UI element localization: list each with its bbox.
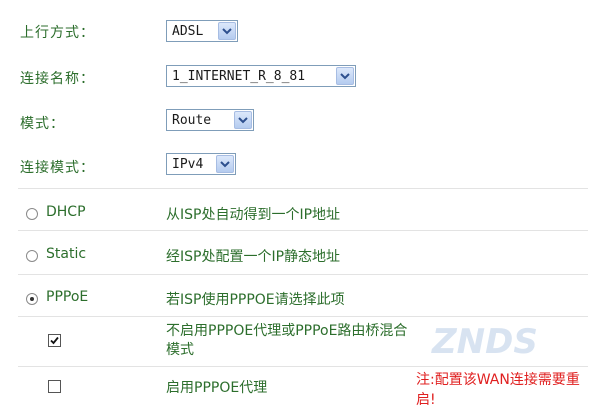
conn-mode-label: 连接模式： (20, 160, 95, 176)
divider (18, 230, 588, 231)
uplink-select[interactable]: ADSL (166, 20, 238, 42)
checkbox-icon[interactable] (48, 334, 61, 347)
radio-pppoe-icon[interactable] (26, 293, 38, 305)
chevron-down-icon[interactable] (216, 155, 234, 173)
uplink-select-value: ADSL (172, 23, 204, 39)
radio-static-icon[interactable] (26, 250, 38, 262)
watermark-logo: ZNDS (432, 322, 538, 362)
option-static-label: Static (46, 246, 87, 262)
checkbox-bridge-desc: 不启用PPPOE代理或PPPoE路由桥混合模式 (166, 323, 408, 358)
option-pppoe-desc: 若ISP使用PPPOE请选择此项 (166, 292, 345, 308)
divider (18, 366, 588, 367)
conn-name-select-value: 1_INTERNET_R_8_81 (172, 68, 306, 84)
option-static-desc: 经ISP处配置一个IP静态地址 (166, 249, 341, 265)
uplink-label: 上行方式： (20, 25, 95, 41)
conn-name-label: 连接名称： (20, 71, 95, 87)
option-pppoe-label: PPPoE (46, 289, 89, 305)
option-dhcp-desc: 从ISP处自动得到一个IP地址 (166, 207, 341, 223)
chevron-down-icon[interactable] (234, 111, 252, 129)
checkbox-icon[interactable] (48, 380, 61, 393)
divider (18, 188, 588, 189)
mode-label: 模式： (20, 116, 65, 132)
mode-select[interactable]: Route (166, 109, 254, 131)
radio-dhcp-icon[interactable] (26, 208, 38, 220)
divider (18, 274, 588, 275)
conn-mode-select[interactable]: IPv4 (166, 153, 236, 175)
checkmark-icon (50, 336, 59, 345)
divider (18, 316, 588, 317)
checkbox-proxy-desc: 启用PPPOE代理 (166, 380, 268, 396)
conn-mode-select-value: IPv4 (172, 156, 204, 172)
conn-name-select[interactable]: 1_INTERNET_R_8_81 (166, 65, 356, 87)
restart-note: 注:配置该WAN连接需要重启! (416, 372, 580, 408)
option-dhcp-label: DHCP (46, 204, 86, 220)
mode-select-value: Route (172, 112, 212, 128)
chevron-down-icon[interactable] (218, 22, 236, 40)
chevron-down-icon[interactable] (336, 67, 354, 85)
